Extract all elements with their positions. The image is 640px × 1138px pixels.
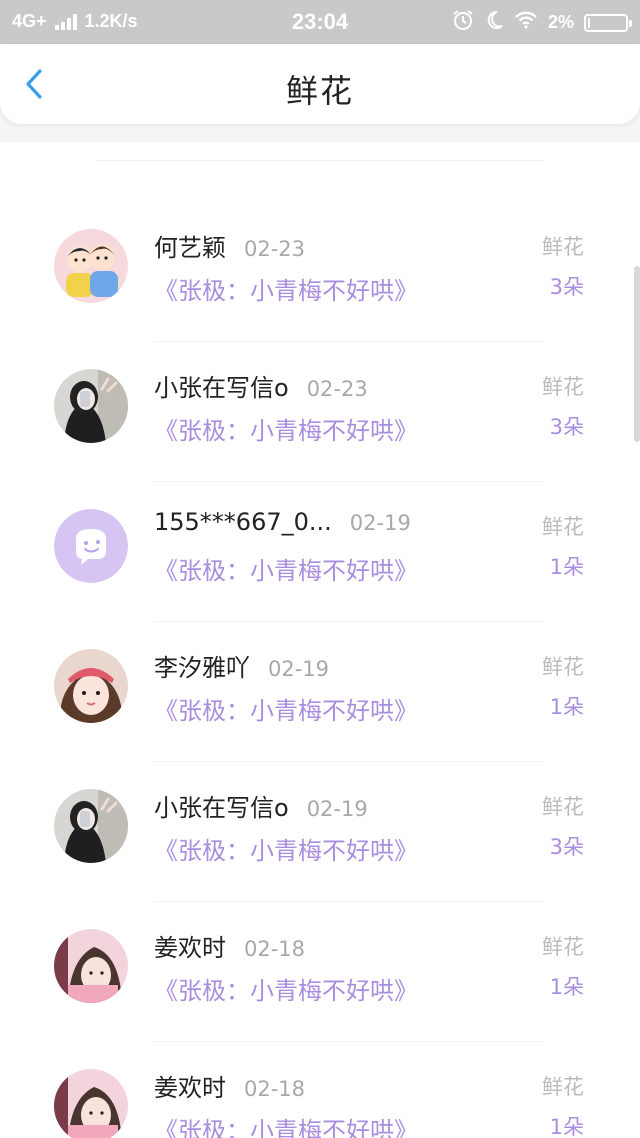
wifi-icon xyxy=(514,11,538,34)
gift-type: 鲜花 xyxy=(542,935,584,959)
list-item[interactable]: 155***667_0... 02-19 《张极：小青梅不好哄》 鲜花 1朵 xyxy=(0,482,640,622)
alarm-icon xyxy=(452,9,474,36)
record-date: 02-19 xyxy=(306,797,368,821)
book-title-link[interactable]: 《张极：小青梅不好哄》 xyxy=(154,831,418,866)
avatar[interactable] xyxy=(54,789,128,863)
avatar[interactable] xyxy=(54,369,128,443)
gift-count: 3朵 xyxy=(549,835,584,859)
gift-type: 鲜花 xyxy=(542,1075,584,1099)
record-date: 02-18 xyxy=(244,1077,306,1101)
gift-count: 1朵 xyxy=(549,975,584,999)
list-item[interactable]: 姜欢时 02-18 《张极：小青梅不好哄》 鲜花 1朵 xyxy=(0,1042,640,1138)
name-line: 155***667_0... 02-19 xyxy=(154,508,411,536)
gift-type: 鲜花 xyxy=(542,515,584,539)
user-name: 何艺颖 xyxy=(154,234,226,262)
battery-percent: 2% xyxy=(547,12,574,32)
name-line: 姜欢时 02-18 xyxy=(154,1068,305,1103)
record-date: 02-19 xyxy=(268,657,330,681)
list-item[interactable]: 小张在写信o 02-19 《张极：小青梅不好哄》 鲜花 3朵 xyxy=(0,762,640,902)
user-name: 小张在写信o xyxy=(154,374,289,402)
user-name: 小张在写信o xyxy=(154,794,289,822)
user-name: 姜欢时 xyxy=(154,1074,226,1102)
avatar[interactable] xyxy=(54,929,128,1003)
avatar[interactable] xyxy=(54,509,128,583)
gift-type: 鲜花 xyxy=(542,795,584,819)
user-name: 李汐雅吖 xyxy=(154,654,250,682)
moon-icon xyxy=(484,10,504,35)
gift-count: 1朵 xyxy=(549,695,584,719)
list-item[interactable]: 李汐雅吖 02-19 《张极：小青梅不好哄》 鲜花 1朵 xyxy=(0,622,640,762)
user-name: 姜欢时 xyxy=(154,934,226,962)
book-title-link[interactable]: 《张极：小青梅不好哄》 xyxy=(154,1111,418,1138)
gift-type: 鲜花 xyxy=(542,235,584,259)
list-item[interactable]: 小张在写信o 02-23 《张极：小青梅不好哄》 鲜花 3朵 xyxy=(0,342,640,482)
default-avatar-icon xyxy=(54,509,128,583)
name-line: 小张在写信o 02-23 xyxy=(154,368,368,403)
book-title-link[interactable]: 《张极：小青梅不好哄》 xyxy=(154,551,418,586)
status-bar: 4G+ 1.2K/s 23:04 2% xyxy=(0,0,640,44)
header: 鲜花 xyxy=(0,44,640,124)
record-date: 02-18 xyxy=(244,937,306,961)
battery-icon xyxy=(584,13,632,32)
record-date: 02-23 xyxy=(306,377,368,401)
avatar[interactable] xyxy=(54,229,128,303)
gift-type: 鲜花 xyxy=(542,655,584,679)
book-title-link[interactable]: 《张极：小青梅不好哄》 xyxy=(154,271,418,306)
flower-record-list[interactable]: 何艺颖 02-23 《张极：小青梅不好哄》 鲜花 3朵 小张在写信o 02-23… xyxy=(0,142,640,1138)
scrollbar[interactable] xyxy=(634,266,640,442)
list-item[interactable]: 何艺颖 02-23 《张极：小青梅不好哄》 鲜花 3朵 xyxy=(0,202,640,342)
avatar[interactable] xyxy=(54,649,128,723)
list-item[interactable]: 姜欢时 02-18 《张极：小青梅不好哄》 鲜花 1朵 xyxy=(0,902,640,1042)
gift-count: 3朵 xyxy=(549,415,584,439)
user-name: 155***667_0... xyxy=(154,508,332,536)
gift-count: 1朵 xyxy=(549,555,584,579)
avatar[interactable] xyxy=(54,1069,128,1138)
name-line: 姜欢时 02-18 xyxy=(154,928,305,963)
gift-type: 鲜花 xyxy=(542,375,584,399)
record-date: 02-23 xyxy=(244,237,306,261)
gift-count: 3朵 xyxy=(549,275,584,299)
book-title-link[interactable]: 《张极：小青梅不好哄》 xyxy=(154,691,418,726)
book-title-link[interactable]: 《张极：小青梅不好哄》 xyxy=(154,411,418,446)
name-line: 何艺颖 02-23 xyxy=(154,228,305,263)
gift-count: 1朵 xyxy=(549,1115,584,1138)
status-right: 2% xyxy=(452,9,632,36)
page-title: 鲜花 xyxy=(285,72,354,110)
divider xyxy=(96,160,544,161)
record-date: 02-19 xyxy=(349,511,411,535)
name-line: 小张在写信o 02-19 xyxy=(154,788,368,823)
name-line: 李汐雅吖 02-19 xyxy=(154,648,329,683)
book-title-link[interactable]: 《张极：小青梅不好哄》 xyxy=(154,971,418,1006)
